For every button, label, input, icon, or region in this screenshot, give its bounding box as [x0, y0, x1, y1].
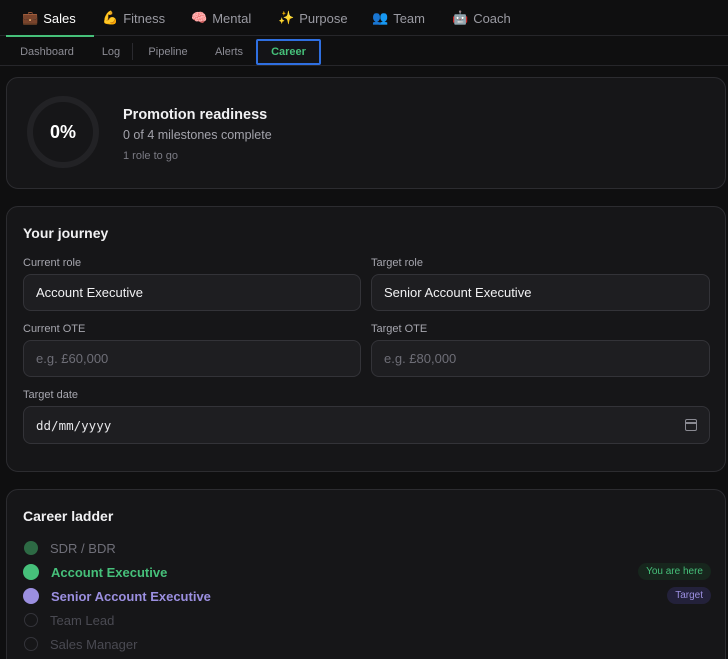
tab-label: Team	[393, 10, 425, 26]
step-label: Account Executive	[51, 564, 168, 580]
ladder-card: Career ladder SDR / BDR Account Executiv…	[6, 489, 726, 659]
divider	[132, 43, 133, 60]
step-dot	[24, 541, 38, 555]
target-ote-label: Target OTE	[371, 323, 428, 335]
flexed-biceps-icon: 💪	[102, 10, 119, 26]
readiness-card: 0% Promotion readiness 0 of 4 milestones…	[6, 77, 726, 189]
date-placeholder: dd/mm/yyyy	[36, 417, 112, 433]
step-dot	[23, 564, 39, 580]
target-role-label: Target role	[371, 257, 423, 269]
calendar-icon[interactable]	[685, 419, 697, 431]
readiness-ring: 0%	[27, 96, 99, 168]
subtab-log[interactable]: Log	[93, 39, 129, 65]
tab-label: Purpose	[299, 10, 348, 26]
readiness-percent: 0%	[49, 121, 76, 142]
target-ote-field[interactable]: e.g. £80,000	[371, 340, 710, 377]
step-label: SDR / BDR	[50, 540, 116, 556]
ladder-step-current: Account Executive You are here	[23, 561, 711, 583]
step-dot	[24, 637, 38, 651]
tab-label: Fitness	[123, 10, 166, 26]
ladder-step: Sales Manager	[23, 633, 711, 655]
you-are-here-badge: You are here	[638, 563, 711, 580]
brain-icon: 🧠	[191, 10, 208, 26]
briefcase-icon: 💼	[22, 10, 39, 26]
journey-card: Your journey Current role Account Execut…	[6, 206, 726, 472]
readiness-title: Promotion readiness	[123, 107, 268, 123]
step-label: Senior Account Executive	[51, 588, 211, 604]
subtab-pipeline[interactable]: Pipeline	[140, 39, 196, 65]
robot-icon: 🤖	[452, 10, 469, 26]
tab-team[interactable]: 👥 Team	[372, 0, 425, 36]
step-dot	[24, 613, 38, 627]
tab-mental[interactable]: 🧠 Mental	[191, 0, 251, 36]
readiness-note: 1 role to go	[123, 150, 179, 162]
target-date-label: Target date	[23, 389, 79, 401]
tab-coach[interactable]: 🤖 Coach	[452, 0, 511, 36]
target-role-field[interactable]: Senior Account Executive	[371, 274, 710, 311]
sparkles-icon: ✨	[278, 10, 295, 26]
step-dot	[23, 588, 39, 604]
current-ote-field[interactable]: e.g. £60,000	[23, 340, 361, 377]
sub-nav: Dashboard Log Pipeline Alerts Career	[0, 37, 728, 66]
subtab-alerts[interactable]: Alerts	[206, 39, 252, 65]
subtab-dashboard[interactable]: Dashboard	[10, 39, 84, 65]
step-label: Team Lead	[50, 612, 115, 628]
readiness-subtitle: 0 of 4 milestones complete	[123, 128, 272, 142]
target-date-field[interactable]: dd/mm/yyyy	[23, 406, 710, 444]
tab-label: Coach	[473, 10, 511, 26]
tab-label: Mental	[212, 10, 252, 26]
ladder-title: Career ladder	[23, 508, 114, 524]
ladder-step: Team Lead	[23, 609, 711, 631]
tab-label: Sales	[43, 10, 76, 26]
tab-purpose[interactable]: ✨ Purpose	[278, 0, 348, 36]
step-label: Sales Manager	[50, 636, 138, 652]
tab-sales[interactable]: 💼 Sales	[6, 0, 94, 37]
subtab-career[interactable]: Career	[256, 39, 321, 65]
tab-fitness[interactable]: 💪 Fitness	[102, 0, 165, 36]
target-badge: Target	[667, 587, 711, 604]
ladder-step: SDR / BDR	[23, 537, 711, 559]
current-role-field[interactable]: Account Executive	[23, 274, 361, 311]
top-nav: 💼 Sales 💪 Fitness 🧠 Mental ✨ Purpose 👥 T…	[0, 0, 728, 37]
ladder-step-target: Senior Account Executive Target	[23, 585, 711, 607]
journey-title: Your journey	[23, 225, 109, 241]
current-ote-label: Current OTE	[23, 323, 86, 335]
current-role-label: Current role	[23, 257, 82, 269]
people-icon: 👥	[372, 10, 389, 26]
